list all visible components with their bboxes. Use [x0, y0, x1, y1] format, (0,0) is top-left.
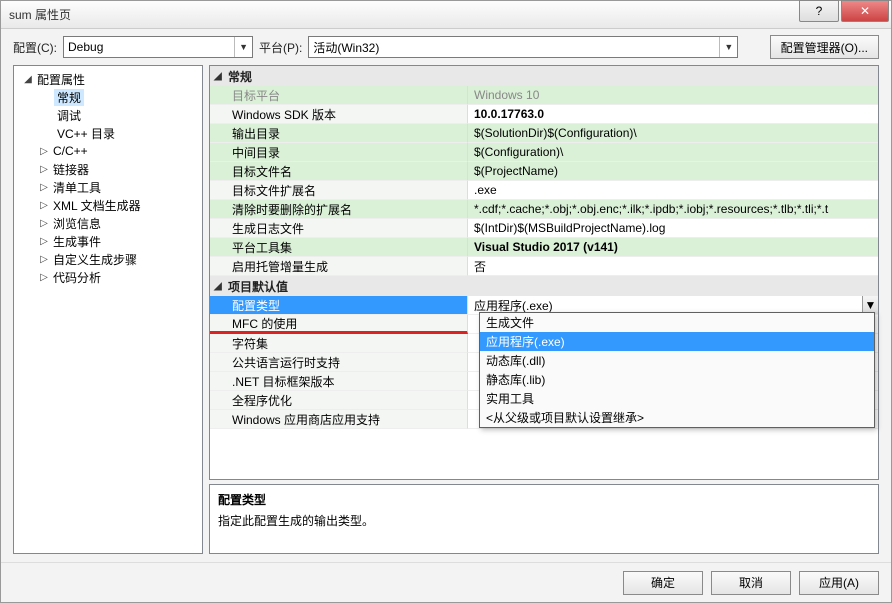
cancel-button[interactable]: 取消 [711, 571, 791, 595]
config-type-dropdown[interactable]: 生成文件应用程序(.exe)动态库(.dll)静态库(.lib)实用工具<从父级… [479, 312, 875, 428]
expand-icon: ▷ [38, 200, 50, 211]
property-name: .NET 目标框架版本 [210, 372, 468, 391]
property-name: 字符集 [210, 334, 468, 353]
tree-item[interactable]: ▷浏览信息 [16, 214, 200, 232]
expand-icon: ▷ [38, 146, 50, 157]
expand-icon: ▷ [38, 272, 50, 283]
dropdown-item[interactable]: 静态库(.lib) [480, 370, 874, 389]
property-row[interactable]: Windows SDK 版本10.0.17763.0 [210, 105, 878, 124]
apply-button[interactable]: 应用(A) [799, 571, 879, 595]
property-name: Windows 应用商店应用支持 [210, 410, 468, 429]
collapse-icon: ◢ [22, 74, 34, 85]
property-name: 生成日志文件 [210, 219, 468, 238]
property-value[interactable]: Visual Studio 2017 (v141) [468, 238, 878, 257]
property-value[interactable]: Windows 10 [468, 86, 878, 105]
property-row[interactable]: 目标文件名$(ProjectName) [210, 162, 878, 181]
tree-item[interactable]: ▷链接器 [16, 160, 200, 178]
config-combo[interactable]: Debug ▼ [63, 36, 253, 58]
chevron-down-icon: ▼ [234, 37, 248, 57]
config-manager-button[interactable]: 配置管理器(O)... [770, 35, 879, 59]
description-box: 配置类型 指定此配置生成的输出类型。 [209, 484, 879, 554]
help-icon: ? [816, 4, 823, 18]
property-name: 公共语言运行时支持 [210, 353, 468, 372]
chevron-down-icon: ▼ [865, 298, 877, 312]
dropdown-item[interactable]: 动态库(.dll) [480, 351, 874, 370]
footer: 确定 取消 应用(A) [1, 562, 891, 602]
property-name: 全程序优化 [210, 391, 468, 410]
property-value[interactable]: 否 [468, 257, 878, 276]
titlebar: sum 属性页 ? ✕ [1, 1, 891, 29]
tree-item[interactable]: ▷生成事件 [16, 232, 200, 250]
property-name: 中间目录 [210, 143, 468, 162]
chevron-down-icon: ▼ [719, 37, 733, 57]
property-row[interactable]: 目标文件扩展名.exe [210, 181, 878, 200]
property-value[interactable]: $(Configuration)\ [468, 143, 878, 162]
property-value[interactable]: 10.0.17763.0 [468, 105, 878, 124]
expand-icon: ▷ [38, 218, 50, 229]
collapse-icon: ◢ [214, 281, 228, 292]
tree-item[interactable]: 常规 [16, 88, 200, 106]
property-row[interactable]: 目标平台Windows 10 [210, 86, 878, 105]
property-value[interactable]: $(ProjectName) [468, 162, 878, 181]
property-name: 目标平台 [210, 86, 468, 105]
right-pane: ◢常规目标平台Windows 10Windows SDK 版本10.0.1776… [209, 65, 879, 554]
config-label: 配置(C): [13, 39, 57, 56]
expand-icon: ▷ [38, 254, 50, 265]
tree-root[interactable]: ◢配置属性 [16, 70, 200, 88]
tree-item[interactable]: ▷自定义生成步骤 [16, 250, 200, 268]
property-row[interactable]: 启用托管增量生成否 [210, 257, 878, 276]
property-value[interactable]: *.cdf;*.cache;*.obj;*.obj.enc;*.ilk;*.ip… [468, 200, 878, 219]
description-text: 指定此配置生成的输出类型。 [218, 512, 870, 529]
expand-icon: ▷ [38, 164, 50, 175]
collapse-icon: ◢ [214, 71, 228, 82]
platform-label: 平台(P): [259, 39, 302, 56]
dropdown-item[interactable]: <从父级或项目默认设置继承> [480, 408, 874, 427]
expand-icon: ▷ [38, 236, 50, 247]
category-tree[interactable]: ◢配置属性常规调试VC++ 目录▷C/C++▷链接器▷清单工具▷XML 文档生成… [13, 65, 203, 554]
property-name: 目标文件名 [210, 162, 468, 181]
property-page-window: sum 属性页 ? ✕ 配置(C): Debug ▼ 平台(P): 活动(Win… [0, 0, 892, 603]
property-name: 输出目录 [210, 124, 468, 143]
property-name: 启用托管增量生成 [210, 257, 468, 276]
config-value: Debug [68, 40, 103, 54]
expand-icon: ▷ [38, 182, 50, 193]
tree-item[interactable]: 调试 [16, 106, 200, 124]
group-header[interactable]: ◢常规 [210, 66, 878, 86]
titlebar-buttons: ? ✕ [799, 1, 891, 28]
property-name: Windows SDK 版本 [210, 105, 468, 124]
tree-item[interactable]: ▷XML 文档生成器 [16, 196, 200, 214]
help-button[interactable]: ? [799, 0, 839, 22]
window-title: sum 属性页 [9, 6, 71, 23]
tree-item[interactable]: ▷清单工具 [16, 178, 200, 196]
property-name: MFC 的使用 [210, 315, 468, 334]
dropdown-item[interactable]: 实用工具 [480, 389, 874, 408]
dropdown-item[interactable]: 生成文件 [480, 313, 874, 332]
close-button[interactable]: ✕ [841, 0, 889, 22]
toolbar: 配置(C): Debug ▼ 平台(P): 活动(Win32) ▼ 配置管理器(… [1, 29, 891, 65]
tree-item[interactable]: ▷代码分析 [16, 268, 200, 286]
property-name: 清除时要删除的扩展名 [210, 200, 468, 219]
property-row[interactable]: 清除时要删除的扩展名*.cdf;*.cache;*.obj;*.obj.enc;… [210, 200, 878, 219]
property-row[interactable]: 中间目录$(Configuration)\ [210, 143, 878, 162]
tree-item[interactable]: VC++ 目录 [16, 124, 200, 142]
platform-value: 活动(Win32) [313, 39, 379, 56]
property-name: 配置类型 [210, 296, 468, 315]
property-value[interactable]: .exe [468, 181, 878, 200]
property-value[interactable]: $(SolutionDir)$(Configuration)\ [468, 124, 878, 143]
ok-button[interactable]: 确定 [623, 571, 703, 595]
property-row[interactable]: 生成日志文件$(IntDir)$(MSBuildProjectName).log [210, 219, 878, 238]
dropdown-item[interactable]: 应用程序(.exe) [480, 332, 874, 351]
description-title: 配置类型 [218, 491, 870, 508]
property-row[interactable]: 平台工具集Visual Studio 2017 (v141) [210, 238, 878, 257]
property-row[interactable]: 输出目录$(SolutionDir)$(Configuration)\ [210, 124, 878, 143]
group-header[interactable]: ◢项目默认值 [210, 276, 878, 296]
platform-combo[interactable]: 活动(Win32) ▼ [308, 36, 738, 58]
close-icon: ✕ [860, 4, 870, 18]
property-value[interactable]: $(IntDir)$(MSBuildProjectName).log [468, 219, 878, 238]
property-name: 平台工具集 [210, 238, 468, 257]
tree-item[interactable]: ▷C/C++ [16, 142, 200, 160]
property-name: 目标文件扩展名 [210, 181, 468, 200]
